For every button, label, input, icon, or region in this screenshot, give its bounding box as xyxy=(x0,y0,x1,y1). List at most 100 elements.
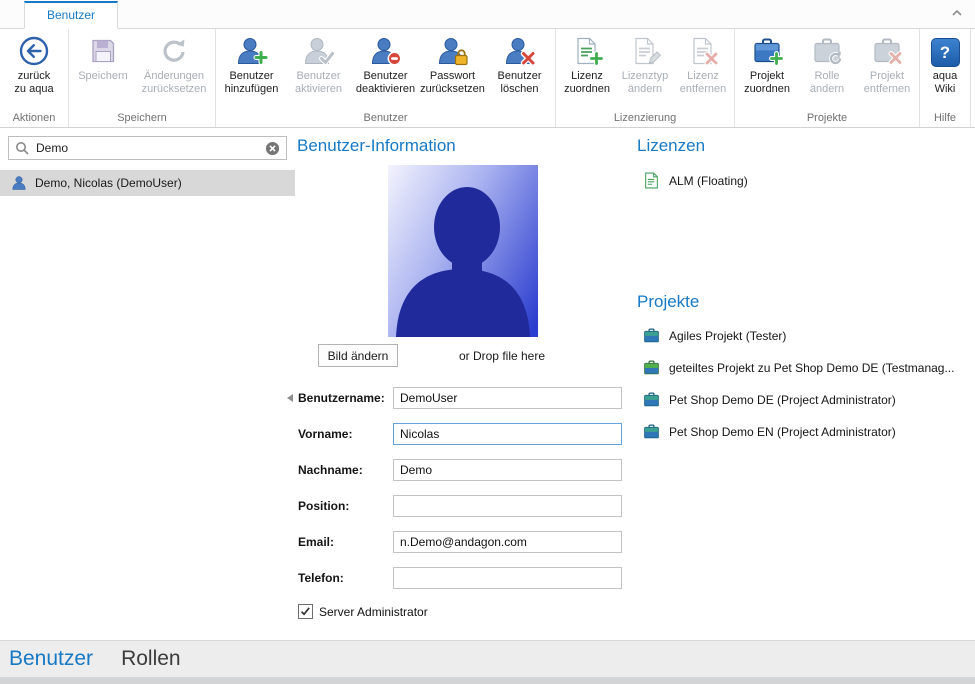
ribbon-group-speichern: Speichern Änderungen zurücksetzen Speich… xyxy=(69,29,216,127)
user-search-box xyxy=(8,136,287,160)
form-row-telefon: Telefon: xyxy=(297,567,627,591)
delete-user-label: Benutzer löschen xyxy=(497,70,541,96)
project-assign-icon xyxy=(751,35,783,67)
project-item-label: Pet Shop Demo EN (Project Administrator) xyxy=(669,425,896,439)
assign-project-label: Projekt zuordnen xyxy=(744,70,790,96)
telefon-label: Telefon: xyxy=(298,571,344,585)
project-list-item: geteiltes Projekt zu Pet Shop Demo DE (T… xyxy=(643,359,954,376)
change-role-button: Rolle ändern xyxy=(797,30,857,112)
shared-project-briefcase-icon xyxy=(643,359,660,376)
drop-file-hint: or Drop file here xyxy=(417,349,587,363)
license-list-item: ALM (Floating) xyxy=(643,172,748,189)
save-button: Speichern xyxy=(71,30,135,112)
project-list-item: Agiles Projekt (Tester) xyxy=(643,327,786,344)
delete-user-button[interactable]: Benutzer löschen xyxy=(486,30,553,112)
assign-project-button[interactable]: Projekt zuordnen xyxy=(737,30,797,112)
search-input[interactable] xyxy=(34,140,260,156)
license-remove-icon xyxy=(687,35,719,67)
bottom-tab-rollen[interactable]: Rollen xyxy=(121,647,181,671)
ribbon-group-lizenzierung: Lizenz zuordnen Lizenztyp ändern Lizenz … xyxy=(556,29,735,127)
undo-changes-icon xyxy=(158,35,190,67)
add-user-label: Benutzer hinzufügen xyxy=(225,70,279,96)
license-icon xyxy=(643,172,660,189)
avatar-silhouette-icon xyxy=(388,165,538,337)
reset-password-button[interactable]: Passwort zurücksetzen xyxy=(419,30,486,112)
search-icon xyxy=(15,141,29,155)
password-lock-icon xyxy=(437,35,469,67)
reset-password-label: Passwort zurücksetzen xyxy=(420,70,485,96)
form-row-nachname: Nachname: xyxy=(297,459,627,483)
bottom-strip xyxy=(0,677,975,684)
change-image-button[interactable]: Bild ändern xyxy=(318,344,398,367)
remove-license-label: Lizenz entfernen xyxy=(680,70,726,96)
deactivate-user-label: Benutzer deaktivieren xyxy=(356,70,415,96)
avatar xyxy=(388,165,538,337)
project-briefcase-icon xyxy=(643,391,660,408)
user-list-panel: Demo, Nicolas (DemoUser) xyxy=(0,128,295,640)
group-caption-lizenzierung: Lizenzierung xyxy=(556,112,734,127)
bottom-tab-benutzer[interactable]: Benutzer xyxy=(9,647,93,671)
telefon-input[interactable] xyxy=(393,567,622,589)
vorname-input[interactable] xyxy=(393,423,622,445)
aqua-wiki-label: aqua Wiki xyxy=(933,70,957,96)
email-label: Email: xyxy=(298,535,334,549)
license-item-label: ALM (Floating) xyxy=(669,174,748,188)
benutzername-input[interactable] xyxy=(393,387,622,409)
add-user-button[interactable]: Benutzer hinzufügen xyxy=(218,30,285,112)
activate-user-label: Benutzer aktivieren xyxy=(295,70,342,96)
collapse-ribbon-icon[interactable] xyxy=(951,9,963,17)
nachname-label: Nachname: xyxy=(298,463,363,477)
server-admin-checkbox[interactable] xyxy=(298,604,313,619)
ribbon: zurück zu aqua Aktionen Speichern Änderu… xyxy=(0,29,975,128)
form-row-benutzername: Benutzername: xyxy=(297,387,627,411)
user-delete-icon xyxy=(504,35,536,67)
ribbon-tabstrip: Benutzer xyxy=(0,0,975,29)
back-to-aqua-button[interactable]: zurück zu aqua xyxy=(2,30,66,112)
remove-license-button: Lizenz entfernen xyxy=(674,30,732,112)
check-icon xyxy=(300,606,311,617)
user-icon xyxy=(11,175,27,191)
ribbon-group-aktionen: zurück zu aqua Aktionen xyxy=(0,29,69,127)
project-item-label: Agiles Projekt (Tester) xyxy=(669,329,786,343)
assign-license-label: Lizenz zuordnen xyxy=(564,70,610,96)
license-change-icon xyxy=(629,35,661,67)
license-assign-icon xyxy=(571,35,603,67)
activate-user-button: Benutzer aktivieren xyxy=(285,30,352,112)
user-detail-panel: Benutzer-Information Bild ändern or Drop… xyxy=(297,128,975,640)
ribbon-tab-benutzer[interactable]: Benutzer xyxy=(24,1,118,29)
change-role-label: Rolle ändern xyxy=(810,70,844,96)
position-input[interactable] xyxy=(393,495,622,517)
user-list-item-label: Demo, Nicolas (DemoUser) xyxy=(35,176,182,190)
change-license-type-label: Lizenztyp ändern xyxy=(622,70,668,96)
form-row-vorname: Vorname: xyxy=(297,423,627,447)
server-admin-row: Server Administrator xyxy=(298,604,428,619)
user-deactivate-icon xyxy=(370,35,402,67)
user-list-item[interactable]: Demo, Nicolas (DemoUser) xyxy=(0,170,295,196)
nachname-input[interactable] xyxy=(393,459,622,481)
role-change-icon xyxy=(811,35,843,67)
deactivate-user-button[interactable]: Benutzer deaktivieren xyxy=(352,30,419,112)
assign-license-button[interactable]: Lizenz zuordnen xyxy=(558,30,616,112)
group-caption-projekte: Projekte xyxy=(735,112,919,127)
project-list-item: Pet Shop Demo DE (Project Administrator) xyxy=(643,391,896,408)
save-label: Speichern xyxy=(78,70,128,83)
back-arrow-icon xyxy=(18,35,50,67)
remove-project-label: Projekt entfernen xyxy=(864,70,910,96)
reset-changes-button: Änderungen zurücksetzen xyxy=(135,30,213,112)
group-caption-hilfe: Hilfe xyxy=(920,112,970,127)
user-info-title: Benutzer-Information xyxy=(297,136,456,156)
app-window: Benutzer zurück zu aqua Aktionen Speiche… xyxy=(0,0,975,684)
group-caption-aktionen: Aktionen xyxy=(0,112,68,127)
group-caption-benutzer: Benutzer xyxy=(216,112,555,127)
user-activate-icon xyxy=(303,35,335,67)
projects-title: Projekte xyxy=(637,292,699,312)
aqua-wiki-button[interactable]: ? aqua Wiki xyxy=(922,30,968,112)
project-briefcase-icon xyxy=(643,327,660,344)
clear-search-icon[interactable] xyxy=(265,141,280,156)
form-row-email: Email: xyxy=(297,531,627,555)
project-list-item: Pet Shop Demo EN (Project Administrator) xyxy=(643,423,896,440)
ribbon-group-projekte: Projekt zuordnen Rolle ändern Projekt en… xyxy=(735,29,920,127)
save-icon xyxy=(87,35,119,67)
email-input[interactable] xyxy=(393,531,622,553)
project-item-label: Pet Shop Demo DE (Project Administrator) xyxy=(669,393,896,407)
